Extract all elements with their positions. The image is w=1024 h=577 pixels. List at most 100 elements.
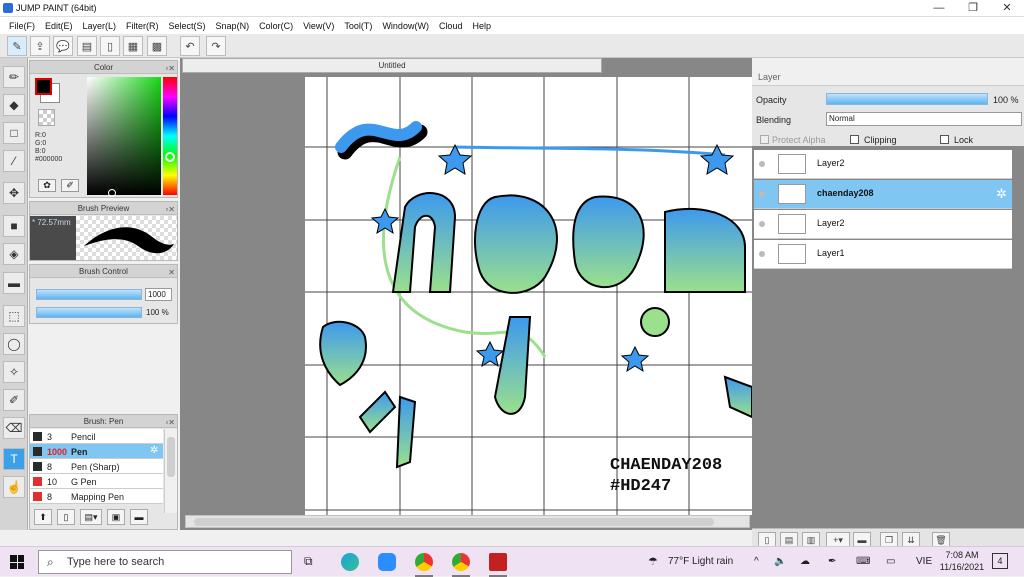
chrome-icon[interactable] [415, 553, 433, 571]
visibility-icon[interactable] [759, 161, 765, 167]
gradient-tool-icon[interactable]: ▬ [3, 272, 25, 294]
protect-alpha-checkbox[interactable] [760, 135, 769, 144]
layer-row[interactable]: Layer2 [754, 150, 1012, 179]
brush-settings-icon[interactable]: ✎ [7, 36, 27, 56]
canvas-horizontal-scrollbar[interactable] [185, 515, 750, 528]
chevron-up-icon[interactable]: ^ [754, 547, 759, 577]
upload-brush-icon[interactable]: ⬆ [34, 509, 52, 525]
menu-edit[interactable]: Edit(E) [40, 21, 78, 31]
menu-help[interactable]: Help [467, 21, 496, 31]
canvas-page[interactable]: CHAENDAY208 #HD247 [305, 77, 752, 515]
new-brush-icon[interactable]: ▯ [57, 509, 75, 525]
brush-list-scrollbar[interactable] [164, 429, 177, 513]
dropper-tool-icon[interactable]: ⁄ [3, 150, 25, 172]
menu-view[interactable]: View(V) [298, 21, 339, 31]
volume-icon[interactable]: 🔈 [774, 547, 786, 577]
lock-checkbox[interactable] [940, 135, 949, 144]
palette-icon[interactable]: ✿ [38, 179, 56, 192]
foreground-color-swatch[interactable] [35, 78, 52, 95]
brush-opacity-slider[interactable] [36, 307, 142, 318]
edge-icon[interactable] [341, 553, 359, 571]
layer-row[interactable]: Layer2 [754, 210, 1012, 239]
close-icon[interactable]: ▫✕ [165, 203, 175, 216]
copy-brush-icon[interactable]: ▣ [107, 509, 125, 525]
maximize-button[interactable]: ❐ [956, 0, 990, 17]
display-icon[interactable]: ▭ [886, 547, 895, 577]
message-icon[interactable]: ▤ [77, 36, 97, 56]
brush-item-mapping-pen[interactable]: 8 Mapping Pen [30, 489, 163, 504]
menu-color[interactable]: Color(C) [254, 21, 298, 31]
menu-snap[interactable]: Snap(N) [211, 21, 255, 31]
grid-icon[interactable]: ▦ [123, 36, 143, 56]
weather-icon[interactable]: ☂ [648, 547, 658, 577]
undo-button[interactable]: ↶ [180, 36, 200, 56]
menu-select[interactable]: Select(S) [164, 21, 211, 31]
clipping-checkbox[interactable] [850, 135, 859, 144]
minimize-button[interactable]: — [922, 0, 956, 17]
close-icon[interactable]: ▫✕ [165, 416, 175, 429]
hue-slider-handle[interactable] [165, 152, 175, 162]
menu-cloud[interactable]: Cloud [434, 21, 468, 31]
document-icon[interactable]: ▯ [100, 36, 120, 56]
folder-icon[interactable]: ▬ [130, 509, 148, 525]
blending-select[interactable]: Normal [826, 112, 1022, 126]
clock[interactable]: 7:08 AM 11/16/2021 [938, 549, 986, 573]
hue-slider[interactable] [163, 77, 177, 195]
language-indicator[interactable]: VIE [916, 547, 932, 577]
taskbar-search-input[interactable]: ⌕ Type here to search [38, 550, 292, 574]
picker-cursor[interactable] [108, 189, 116, 197]
move-tool-icon[interactable]: ✥ [3, 182, 25, 204]
menu-file[interactable]: File(F) [4, 21, 40, 31]
brush-item-pen-sharp[interactable]: 8 Pen (Sharp) [30, 459, 163, 474]
menu-layer[interactable]: Layer(L) [78, 21, 122, 31]
transparent-color-swatch[interactable] [38, 109, 55, 126]
menu-tool[interactable]: Tool(T) [339, 21, 377, 31]
notification-icon[interactable]: 4 [992, 553, 1008, 569]
pen-icon[interactable]: ✒ [828, 547, 836, 577]
fill-rect-tool-icon[interactable]: ■ [3, 215, 25, 237]
jump-paint-icon[interactable] [489, 553, 507, 571]
scrollbar-thumb[interactable] [194, 518, 714, 526]
brush-item-pen[interactable]: 1000 Pen ✲ [30, 444, 163, 459]
magic-wand-tool-icon[interactable]: ✧ [3, 361, 25, 383]
windows-start-icon[interactable] [10, 555, 24, 569]
redo-button[interactable]: ↷ [206, 36, 226, 56]
layer-row-selected[interactable]: chaenday208 ✲ [754, 180, 1012, 209]
lasso-tool-icon[interactable]: ◯ [3, 333, 25, 355]
gear-icon[interactable]: ✲ [996, 186, 1007, 202]
tiles-icon[interactable]: ▩ [147, 36, 167, 56]
hand-tool-icon[interactable]: ☝ [3, 476, 25, 498]
bucket-tool-icon[interactable]: ◈ [3, 243, 25, 265]
select-eraser-tool-icon[interactable]: ⌫ [3, 417, 25, 439]
layer-row[interactable]: Layer1 [754, 240, 1012, 269]
keyboard-icon[interactable]: ⌨ [856, 547, 870, 577]
document-tab[interactable]: Untitled [182, 58, 602, 73]
menu-filter[interactable]: Filter(R) [121, 21, 164, 31]
select-pen-tool-icon[interactable]: ✐ [3, 389, 25, 411]
close-icon[interactable]: ✕ [168, 266, 175, 279]
scrollbar-thumb[interactable] [167, 437, 175, 477]
weather-text[interactable]: 77°F Light rain [668, 547, 733, 577]
brush-tool-icon[interactable]: ✏ [3, 66, 25, 88]
layer-opacity-slider[interactable] [826, 93, 988, 105]
brush-size-field[interactable]: 1000 [145, 288, 172, 301]
visibility-icon[interactable] [759, 251, 765, 257]
visibility-icon[interactable] [759, 221, 765, 227]
brush-item-pencil[interactable]: 3 Pencil [30, 429, 163, 444]
chrome-profile-icon[interactable] [452, 553, 470, 571]
close-icon[interactable]: ▫✕ [165, 62, 175, 75]
brush-item-g-pen[interactable]: 10 G Pen [30, 474, 163, 489]
brush-size-slider[interactable] [36, 289, 142, 300]
cloud-icon[interactable]: ☁ [800, 547, 810, 577]
text-tool-icon[interactable]: T [3, 448, 25, 470]
saturation-value-picker[interactable] [87, 77, 161, 195]
picker-icon[interactable]: ✐ [61, 179, 79, 192]
visibility-icon[interactable] [759, 191, 765, 197]
share-icon[interactable]: ⇪ [30, 36, 50, 56]
eraser-tool-icon[interactable]: ◆ [3, 94, 25, 116]
rectangle-tool-icon[interactable]: □ [3, 122, 25, 144]
task-view-icon[interactable]: ⧉ [304, 554, 313, 569]
rect-select-tool-icon[interactable]: ⬚ [3, 305, 25, 327]
gear-icon[interactable]: ✲ [150, 445, 158, 456]
brush-menu-icon[interactable]: ▤▾ [80, 509, 102, 525]
